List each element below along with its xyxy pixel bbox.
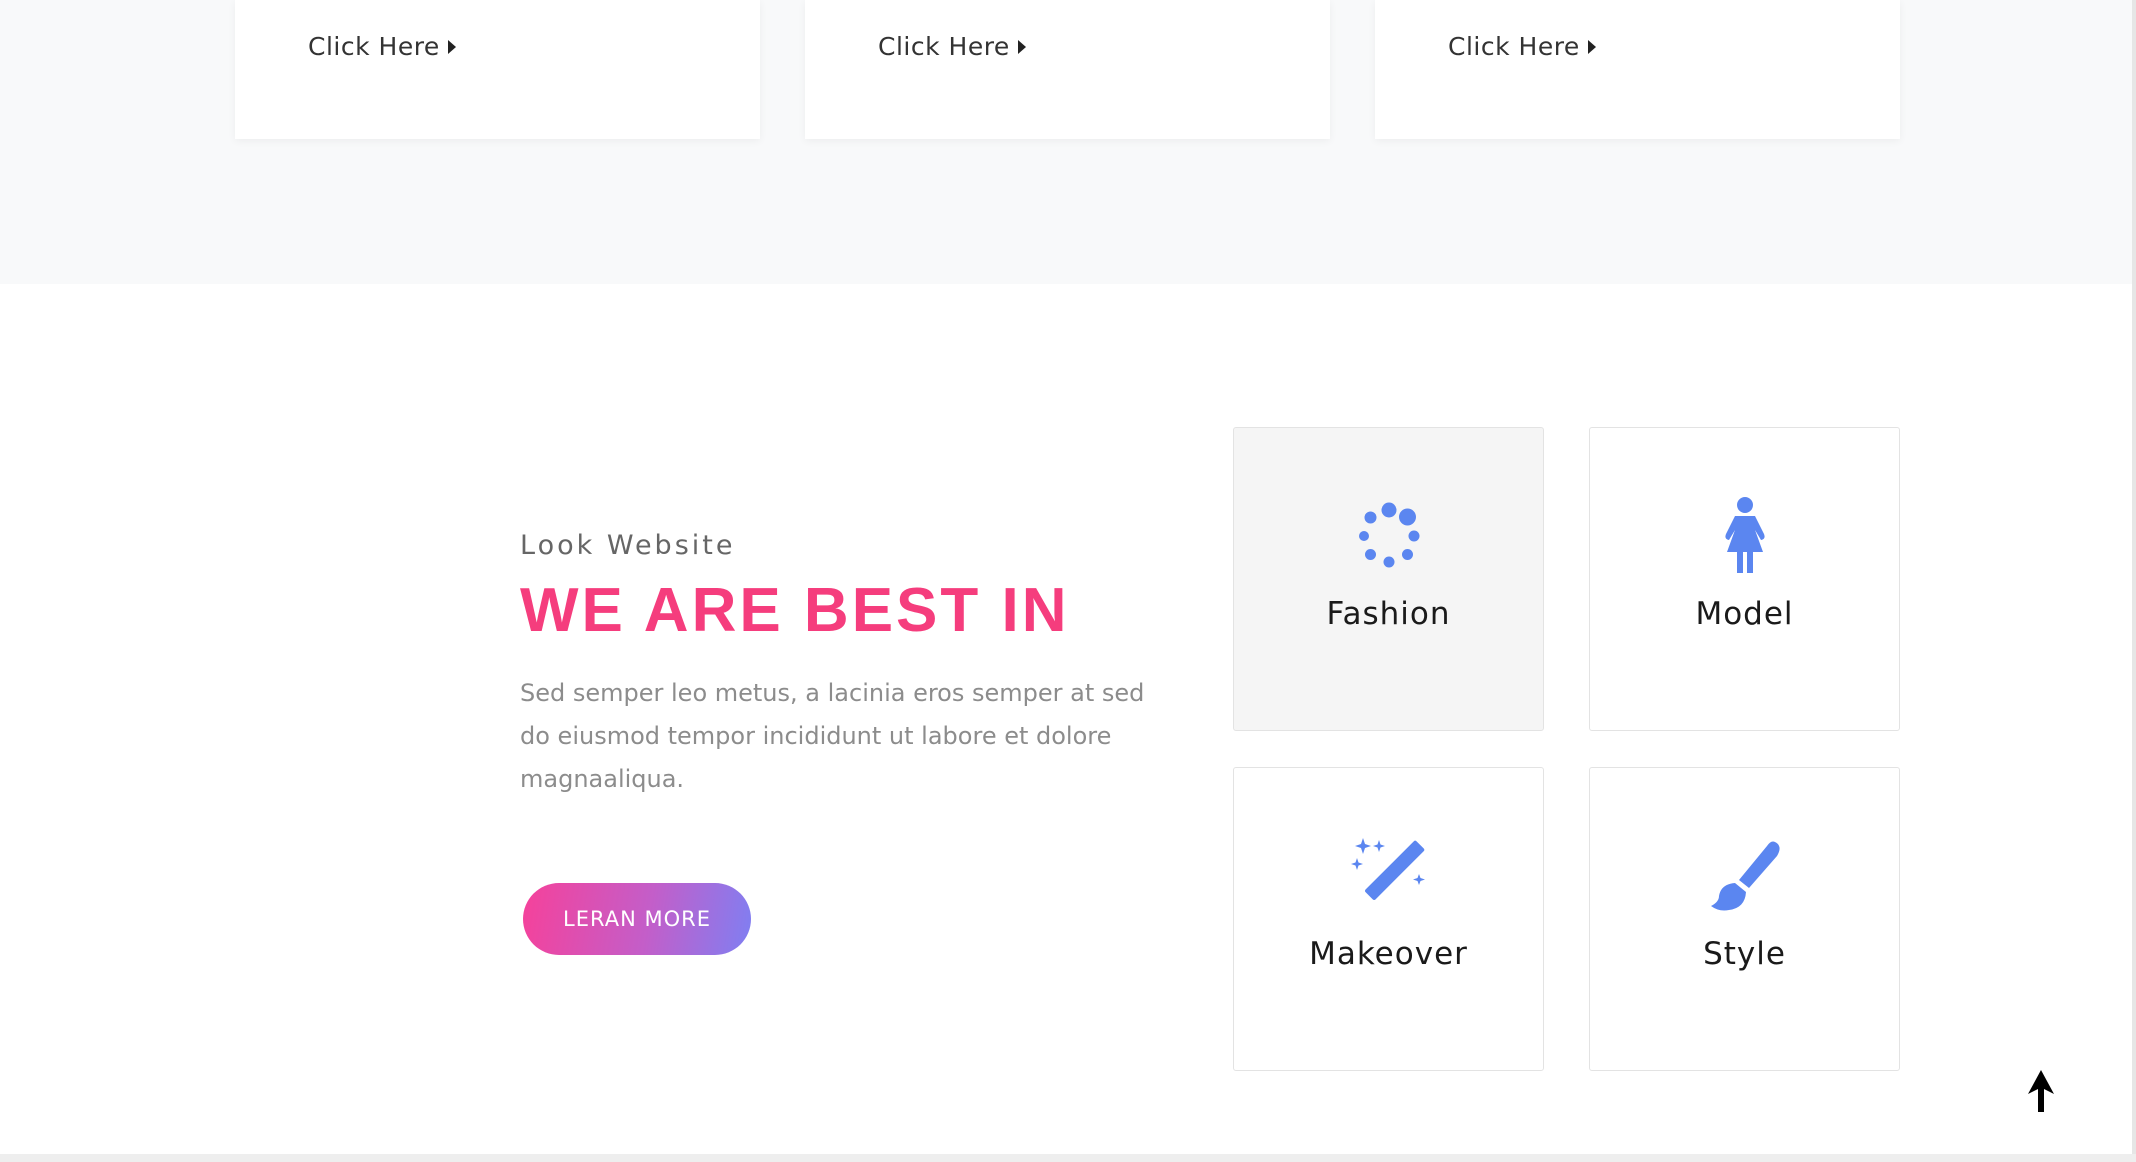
service-label: Makeover	[1309, 936, 1468, 972]
window-bottom-edge	[0, 1154, 2136, 1162]
service-label: Fashion	[1326, 596, 1451, 632]
section-eyebrow: Look Website	[520, 530, 736, 561]
service-label: Style	[1703, 936, 1786, 972]
click-here-link[interactable]: Click Here	[878, 32, 1026, 61]
click-here-label: Click Here	[1448, 32, 1580, 61]
scrollbar-track[interactable]	[2132, 0, 2136, 1162]
service-tile-fashion[interactable]: Fashion	[1233, 427, 1544, 731]
service-label: Model	[1695, 596, 1794, 632]
female-figure-icon	[1724, 497, 1765, 573]
click-here-link[interactable]: Click Here	[308, 32, 456, 61]
feature-card: Click Here	[805, 0, 1330, 139]
feature-card: Click Here	[235, 0, 760, 139]
service-tile-model[interactable]: Model	[1589, 427, 1900, 731]
service-tile-style[interactable]: Style	[1589, 767, 1900, 1071]
section-description: Sed semper leo metus, a lacinia eros sem…	[520, 679, 1145, 793]
click-here-link[interactable]: Click Here	[1448, 32, 1596, 61]
paint-brush-icon	[1710, 841, 1780, 911]
top-section: Click Here Click Here Click Here	[0, 0, 2136, 284]
section-headline: WE ARE BEST IN	[520, 576, 1070, 645]
click-here-label: Click Here	[308, 32, 440, 61]
click-here-label: Click Here	[878, 32, 1010, 61]
feature-card: Click Here	[1375, 0, 1900, 139]
caret-right-icon	[1017, 39, 1026, 54]
service-tile-makeover[interactable]: Makeover	[1233, 767, 1544, 1071]
learn-more-button[interactable]: LERAN MORE	[523, 883, 751, 955]
caret-right-icon	[447, 39, 456, 54]
spinner-dots-icon	[1358, 502, 1419, 568]
arrow-up-icon[interactable]	[2026, 1068, 2056, 1114]
intro-block: Look Website WE ARE BEST IN Sed semper l…	[520, 530, 1180, 801]
caret-right-icon	[1587, 39, 1596, 54]
magic-wand-icon	[1350, 838, 1425, 900]
